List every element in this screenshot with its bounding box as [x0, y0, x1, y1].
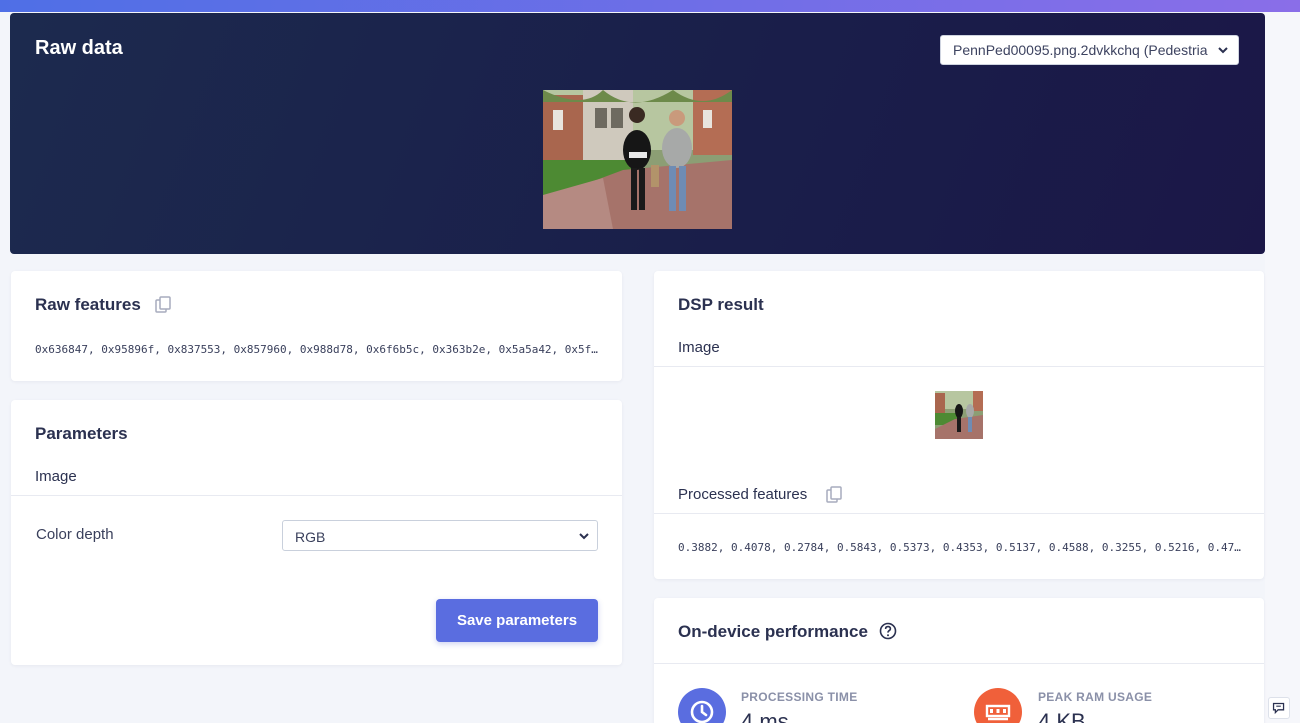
color-depth-value: RGB [295, 529, 326, 545]
processed-features-values: 0.3882, 0.4078, 0.2784, 0.5843, 0.5373, … [678, 541, 1241, 554]
chevron-down-icon [579, 533, 589, 540]
help-icon[interactable] [879, 622, 897, 640]
peak-ram-label: PEAK RAM USAGE [1038, 690, 1153, 704]
dsp-result-card: DSP result Image Processed features 0.38… [654, 271, 1264, 579]
peak-ram-value: 4 KB [1038, 709, 1086, 723]
sample-image [543, 90, 732, 229]
parameters-title: Parameters [35, 424, 128, 443]
performance-card: On-device performance PROCESSING TIME 4 … [654, 598, 1264, 723]
chevron-down-icon [1218, 47, 1228, 54]
copy-icon[interactable] [155, 296, 171, 313]
parameters-card: Parameters Image Color depth RGB Save pa… [11, 400, 622, 665]
processing-time-badge [678, 688, 726, 723]
dsp-result-title: DSP result [678, 295, 764, 314]
performance-title: On-device performance [678, 622, 868, 641]
raw-data-title: Raw data [35, 37, 123, 59]
dsp-image-label: Image [678, 339, 720, 356]
save-parameters-button[interactable]: Save parameters [436, 599, 598, 642]
feedback-button[interactable] [1268, 697, 1290, 719]
image-section-title: Image [35, 468, 77, 485]
top-accent-bar [0, 0, 1300, 12]
processed-features-label: Processed features [678, 486, 808, 503]
right-gutter [1265, 12, 1300, 723]
performance-divider [654, 663, 1264, 664]
raw-features-card: Raw features 0x636847, 0x95896f, 0x83755… [11, 271, 622, 381]
raw-data-panel: Raw data PennPed00095.png.2dvkkchq (Pede… [10, 13, 1265, 254]
raw-features-values: 0x636847, 0x95896f, 0x837553, 0x857960, … [35, 343, 598, 356]
raw-features-title: Raw features [35, 295, 141, 314]
processing-time-label: PROCESSING TIME [741, 690, 858, 704]
processed-image [935, 391, 983, 439]
peak-ram-badge [974, 688, 1022, 723]
processed-divider [654, 513, 1264, 514]
color-depth-select[interactable]: RGB [282, 520, 598, 551]
image-divider [654, 366, 1264, 367]
memory-icon [985, 704, 1011, 721]
sample-select-value: PennPed00095.png.2dvkkchq (Pedestria [953, 42, 1208, 58]
chat-icon [1272, 702, 1285, 715]
sample-select[interactable]: PennPed00095.png.2dvkkchq (Pedestria [940, 35, 1239, 65]
copy-icon[interactable] [826, 486, 842, 503]
clock-icon [690, 700, 714, 723]
color-depth-label: Color depth [36, 526, 114, 543]
processing-time-value: 4 ms. [741, 709, 795, 723]
section-divider [11, 495, 622, 496]
